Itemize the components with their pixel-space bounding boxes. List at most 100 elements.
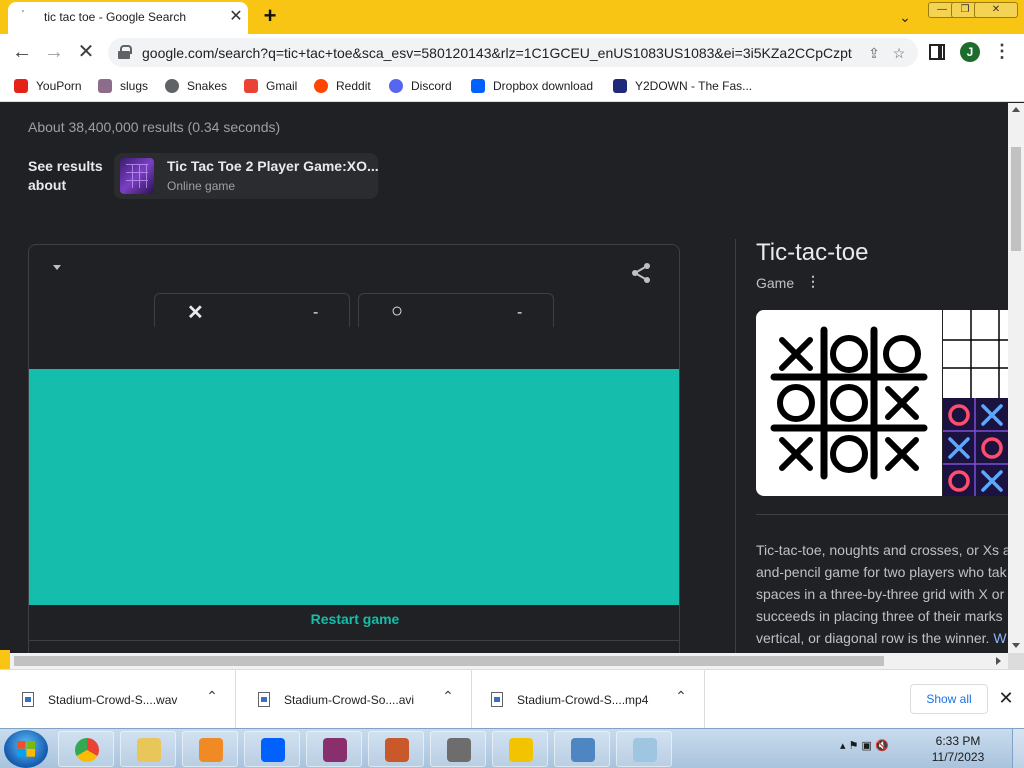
see-results-about-label: See results about	[28, 158, 103, 193]
tab-close-button[interactable]: ✕	[226, 7, 246, 27]
knowledge-panel-title: Tic-tac-toe	[756, 239, 869, 266]
new-tab-button[interactable]: +	[258, 5, 282, 29]
x-score-value: -	[313, 304, 319, 321]
taskbar-app[interactable]	[616, 731, 672, 767]
bookmarks-bar: YouPorn slugs Snakes Gmail Reddit Discor…	[0, 70, 1024, 102]
knowledge-panel-type: Game	[756, 275, 795, 291]
window-edge-marker	[0, 650, 10, 670]
bookmark-snakes[interactable]: Snakes	[165, 77, 227, 95]
chevron-up-icon[interactable]: ⌃	[204, 688, 220, 705]
bookmark-slugs[interactable]: slugs	[98, 77, 148, 95]
taskbar-app[interactable]	[368, 731, 424, 767]
related-result-chip[interactable]: Tic Tac Toe 2 Player Game:XO... Online g…	[114, 153, 379, 199]
globe-icon	[165, 79, 179, 93]
taskbar-chrome[interactable]	[58, 731, 114, 767]
x-mark-icon: ✕	[187, 302, 204, 324]
knowledge-panel-description: Tic-tac-toe, noughts and crosses, or Xs …	[756, 542, 1008, 646]
clock-date: 11/7/2023	[931, 750, 985, 764]
bookmark-y2down[interactable]: Y2DOWN - The Fas...	[613, 77, 752, 95]
download-item[interactable]: Stadium-Crowd-S....mp4 ⌃	[469, 670, 705, 729]
tic-tac-toe-game: ✕ - ○ - Restart game	[28, 244, 680, 653]
download-item[interactable]: Stadium-Crowd-S....wav ⌃	[0, 670, 236, 729]
chevron-up-icon[interactable]: ⌃	[440, 688, 456, 705]
bookmark-discord[interactable]: Discord	[389, 77, 452, 95]
gmail-icon	[244, 79, 258, 93]
bookmark-star-icon[interactable]: ☆	[888, 42, 910, 64]
show-all-downloads-button[interactable]: Show all	[910, 684, 988, 714]
scroll-right-icon[interactable]	[996, 657, 1001, 665]
slugs-icon	[98, 79, 112, 93]
taskbar-dropbox[interactable]	[244, 731, 300, 767]
player-x-score[interactable]: ✕ -	[154, 293, 350, 327]
taskbar-explorer[interactable]	[120, 731, 176, 767]
chevron-up-icon[interactable]: ⌃	[673, 688, 689, 705]
chip-subtitle: Online game	[167, 179, 236, 193]
back-arrow-icon[interactable]: ←	[10, 40, 34, 64]
taskbar-app[interactable]	[554, 731, 610, 767]
tic-tac-toe-image[interactable]	[756, 310, 942, 496]
browser-menu-icon[interactable]: ⋮	[993, 40, 1011, 64]
download-item[interactable]: Stadium-Crowd-So....avi ⌃	[236, 670, 472, 729]
folder-icon	[137, 738, 161, 762]
page-content: About 38,400,000 results (0.34 seconds) …	[0, 103, 1008, 653]
share-icon[interactable]	[629, 261, 653, 285]
downloads-bar: Stadium-Crowd-S....wav ⌃ Stadium-Crowd-S…	[0, 669, 1024, 729]
o-mark-icon: ○	[391, 300, 404, 322]
lock-icon[interactable]	[118, 45, 132, 59]
share-icon[interactable]: ⇪	[863, 42, 885, 64]
restart-game-button[interactable]: Restart game	[29, 611, 679, 627]
bookmark-reddit[interactable]: Reddit	[314, 77, 371, 95]
tab-search-chevron-icon[interactable]: ⌄	[894, 6, 916, 28]
game-board[interactable]	[29, 369, 679, 605]
youporn-icon	[14, 79, 28, 93]
clock[interactable]: 6:33 PM 11/7/2023	[928, 733, 988, 765]
profile-avatar[interactable]: J	[960, 42, 980, 62]
scroll-up-icon[interactable]	[1012, 107, 1020, 112]
wikipedia-link[interactable]: W	[993, 630, 1006, 646]
horizontal-scrollbar[interactable]	[0, 653, 1008, 669]
difficulty-dropdown-icon[interactable]	[51, 265, 63, 273]
neon-tic-tac-toe-image[interactable]	[943, 310, 1008, 496]
player-o-score[interactable]: ○ -	[358, 293, 554, 327]
bookmark-gmail[interactable]: Gmail	[244, 77, 297, 95]
loading-icon: '	[22, 9, 24, 20]
more-options-icon[interactable]: ⋮	[806, 273, 820, 290]
forward-arrow-icon[interactable]: →	[42, 40, 66, 64]
bookmark-dropbox[interactable]: Dropbox download	[471, 77, 593, 95]
app-icon	[385, 738, 409, 762]
winrar-icon	[323, 738, 347, 762]
url-text[interactable]: google.com/search?q=tic+tac+toe&sca_esv=…	[142, 45, 852, 61]
scroll-down-icon[interactable]	[1012, 643, 1020, 648]
app-icon	[447, 738, 471, 762]
horizontal-scroll-thumb[interactable]	[14, 656, 884, 666]
divider	[756, 514, 1008, 515]
vertical-scrollbar[interactable]	[1008, 103, 1024, 653]
browser-toolbar: ← → ✕ google.com/search?q=tic+tac+toe&sc…	[0, 34, 1024, 70]
tab-strip: ' tic tac toe - Google Search ✕ + ⌄ — ❐ …	[0, 0, 1024, 34]
bookmark-youporn[interactable]: YouPorn	[14, 77, 82, 95]
reddit-icon	[314, 79, 328, 93]
app-icon	[509, 738, 533, 762]
clock-time: 6:33 PM	[935, 734, 981, 748]
address-bar[interactable]: google.com/search?q=tic+tac+toe&sca_esv=…	[108, 38, 918, 67]
stop-loading-icon[interactable]: ✕	[74, 40, 98, 64]
side-panel-icon[interactable]	[929, 44, 945, 60]
video-file-icon	[258, 692, 270, 707]
taskbar-app[interactable]	[492, 731, 548, 767]
system-tray[interactable]: ▴ ⚑ ▣ 🔇	[840, 739, 889, 752]
taskbar-app[interactable]	[430, 731, 486, 767]
download-filename: Stadium-Crowd-S....mp4	[517, 693, 649, 707]
chrome-icon	[75, 738, 99, 762]
chip-title: Tic Tac Toe 2 Player Game:XO...	[167, 158, 379, 174]
windows-taskbar: ▴ ⚑ ▣ 🔇 6:33 PM 11/7/2023	[0, 728, 1024, 768]
taskbar-media-player[interactable]	[182, 731, 238, 767]
tab-title: tic tac toe - Google Search	[44, 10, 187, 24]
taskbar-winrar[interactable]	[306, 731, 362, 767]
browser-tab[interactable]: ' tic tac toe - Google Search ✕	[8, 2, 248, 34]
close-downloads-icon[interactable]: ✕	[996, 688, 1016, 709]
vertical-scroll-thumb[interactable]	[1011, 147, 1021, 251]
show-desktop-button[interactable]	[1012, 729, 1024, 768]
start-button[interactable]	[4, 730, 48, 768]
media-player-icon	[199, 738, 223, 762]
close-window-button[interactable]: ✕	[974, 2, 1018, 18]
